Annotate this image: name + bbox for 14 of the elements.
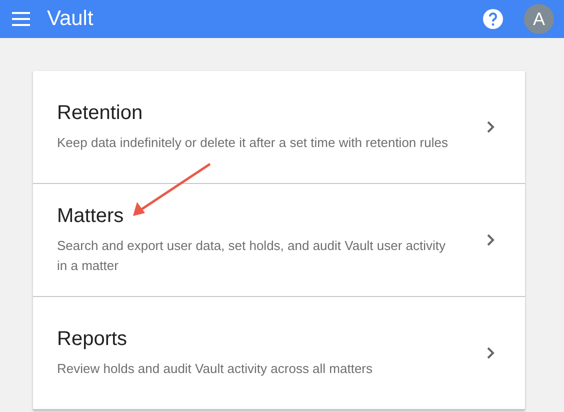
section-title: Retention <box>57 102 143 124</box>
chevron-icon <box>487 234 495 246</box>
menu-icon[interactable] <box>12 12 30 26</box>
section-description: Review holds and audit Vault activity across all matters <box>57 360 373 378</box>
app-title: Vault <box>47 7 94 31</box>
chevron-icon <box>487 347 495 359</box>
help-icon[interactable] <box>482 8 504 30</box>
chevron-icon <box>487 121 495 133</box>
section-title: Matters <box>57 204 124 228</box>
section-description: Search and export user data, set holds, and audit Vault user activity in a matter <box>57 236 447 274</box>
section-row[interactable]: Reports Review holds and audit Vault activity across all matters <box>33 297 525 410</box>
section-description: Keep data indefinitely or delete it after a set time with retention rules <box>57 134 448 152</box>
section-title: Reports <box>57 328 128 350</box>
section-row[interactable]: Retention Keep data indefinitely or delete it after a set time with retention rules <box>33 71 525 184</box>
